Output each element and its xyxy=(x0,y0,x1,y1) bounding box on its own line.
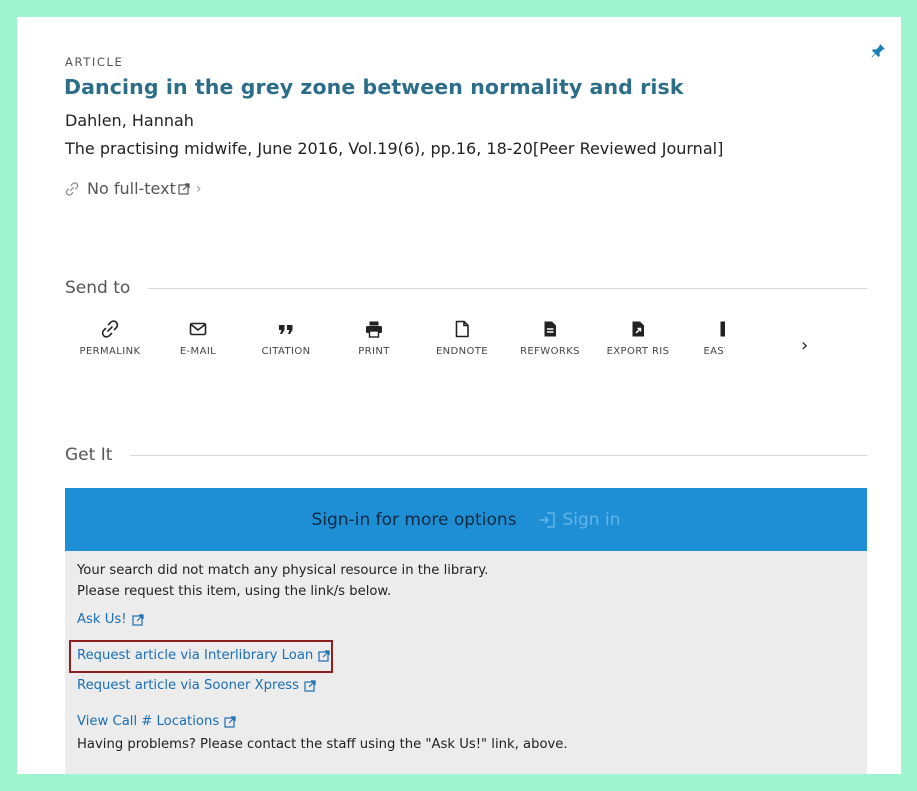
get-it-heading: Get It xyxy=(65,445,113,465)
fulltext-label: No full-text xyxy=(87,179,176,198)
fulltext-availability[interactable]: No full-text › xyxy=(65,179,201,198)
section-divider xyxy=(148,287,867,289)
signin-icon xyxy=(539,511,556,528)
ask-us-label: Ask Us! xyxy=(77,612,127,627)
email-button[interactable]: E-MAIL xyxy=(153,320,243,357)
interlibrary-loan-label: Request article via Interlibrary Loan xyxy=(77,648,314,663)
request-instructions: Please request this item, using the link… xyxy=(77,584,392,599)
endnote-button[interactable]: ENDNOTE xyxy=(417,320,507,357)
external-link-icon xyxy=(178,182,190,195)
document-lines-icon xyxy=(544,321,556,337)
email-label: E-MAIL xyxy=(179,346,217,357)
record-card: ARTICLE Dancing in the grey zone between… xyxy=(17,17,901,774)
record-citation: The practising midwife, June 2016, Vol.1… xyxy=(65,139,724,158)
external-link-icon xyxy=(318,649,330,662)
document-export-icon xyxy=(632,321,644,337)
permalink-label: PERMALINK xyxy=(79,346,141,357)
next-actions-chevron-icon[interactable]: › xyxy=(801,335,808,356)
external-link-icon xyxy=(224,715,236,728)
print-button[interactable]: PRINT xyxy=(329,320,419,357)
section-divider xyxy=(130,454,867,456)
endnote-label: ENDNOTE xyxy=(435,346,489,357)
send-to-heading: Send to xyxy=(65,278,131,298)
permalink-button[interactable]: PERMALINK xyxy=(65,320,155,357)
ask-us-link[interactable]: Ask Us! xyxy=(77,612,144,627)
signin-button[interactable]: Sign in xyxy=(538,510,620,530)
interlibrary-loan-link[interactable]: Request article via Interlibrary Loan xyxy=(77,648,330,663)
get-it-panel: Your search did not match any physical r… xyxy=(65,551,867,774)
link-icon xyxy=(65,181,79,196)
refworks-button[interactable]: REFWORKS xyxy=(505,320,595,357)
get-it-section-heading: Get It xyxy=(65,445,867,465)
no-match-message: Your search did not match any physical r… xyxy=(77,563,489,578)
pin-icon[interactable] xyxy=(870,43,886,59)
export-ris-button[interactable]: EXPORT RIS xyxy=(593,320,683,357)
help-text: Having problems? Please contact the staf… xyxy=(77,737,568,752)
send-to-actions: PERMALINK E-MAIL CITATION PRINT ENDNOTE … xyxy=(65,320,785,380)
call-number-locations-link[interactable]: View Call # Locations xyxy=(77,714,236,729)
mail-icon xyxy=(189,322,207,336)
signin-banner: Sign-in for more options Sign in xyxy=(65,488,867,551)
record-title[interactable]: Dancing in the grey zone between normali… xyxy=(64,75,684,99)
actions-overflow-mask xyxy=(725,320,785,380)
citation-label: CITATION xyxy=(261,346,311,357)
document-icon xyxy=(455,320,469,338)
send-to-section-heading: Send to xyxy=(65,278,867,298)
refworks-label: REFWORKS xyxy=(520,346,580,357)
printer-icon xyxy=(366,321,382,338)
call-number-locations-label: View Call # Locations xyxy=(77,714,220,729)
fulltext-chevron-icon: › xyxy=(195,180,202,197)
external-link-icon xyxy=(304,679,316,692)
record-author: Dahlen, Hannah xyxy=(65,111,194,130)
citation-button[interactable]: CITATION xyxy=(241,320,331,357)
record-type-label: ARTICLE xyxy=(65,55,124,69)
signin-message: Sign-in for more options xyxy=(311,509,517,530)
sooner-xpress-label: Request article via Sooner Xpress xyxy=(77,678,300,693)
print-label: PRINT xyxy=(358,346,390,357)
sooner-xpress-link[interactable]: Request article via Sooner Xpress xyxy=(77,678,316,693)
signin-label: Sign in xyxy=(562,509,621,530)
link-icon xyxy=(101,320,119,338)
quote-icon xyxy=(279,325,293,334)
export-ris-label: EXPORT RIS xyxy=(606,346,670,357)
external-link-icon xyxy=(131,613,144,626)
